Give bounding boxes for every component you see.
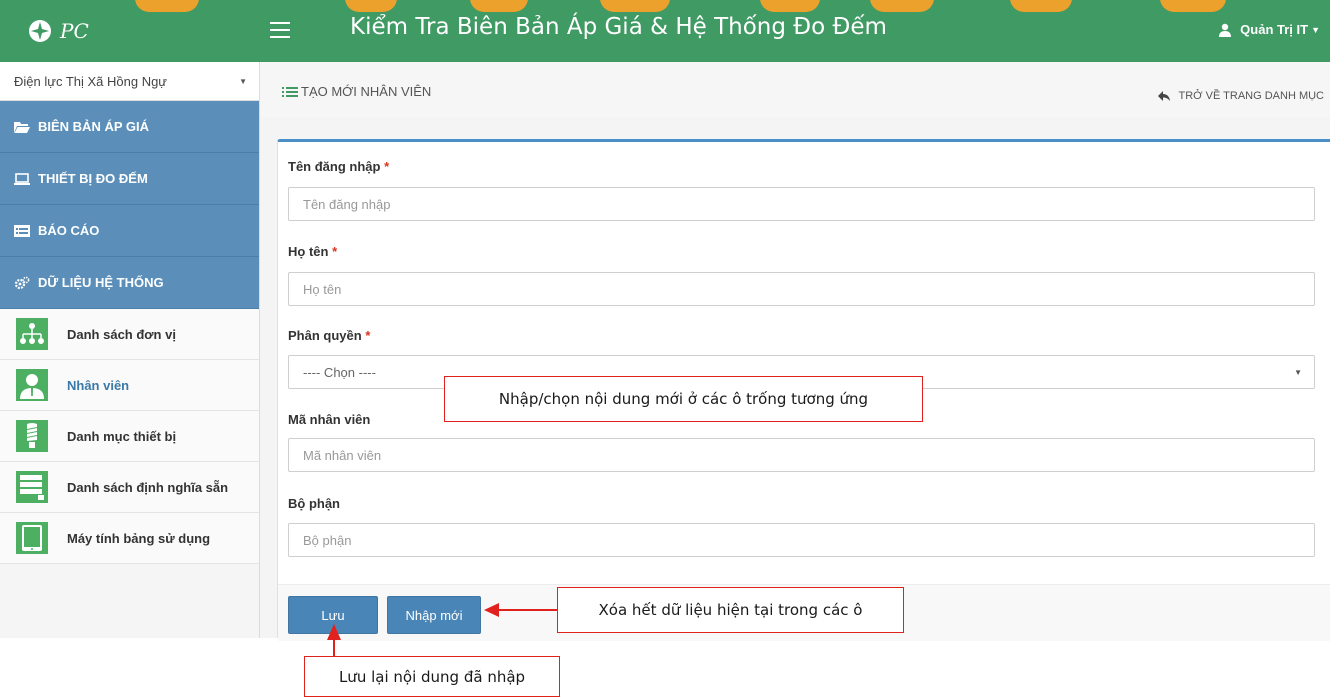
- fullname-input[interactable]: [288, 272, 1315, 306]
- list-alt-icon: [14, 224, 30, 237]
- callout-save-content: Lưu lại nội dung đã nhập: [304, 656, 560, 697]
- caret-down-icon: ▼: [1311, 24, 1320, 35]
- list-icon: [282, 86, 298, 97]
- submenu-label: Danh sách định nghĩa sẵn: [67, 479, 229, 495]
- back-to-list-link[interactable]: TRỞ VỀ TRANG DANH MỤC: [1158, 90, 1324, 102]
- top-navbar: PC Kiểm Tra Biên Bản Áp Giá & Hệ Thống Đ…: [0, 0, 1330, 62]
- org-chart-icon: [16, 318, 48, 350]
- evn-logo-icon: [29, 20, 51, 42]
- menu-thiet-bi-do-dem[interactable]: THIẾT BỊ ĐO ĐẾM: [0, 153, 259, 205]
- submenu-label: Danh mục thiết bị: [67, 428, 177, 444]
- page-title: TẠO MỚI NHÂN VIÊN: [282, 84, 431, 99]
- department-label: Bộ phận: [288, 496, 340, 511]
- submenu-label: Máy tính bảng sử dụng: [67, 530, 211, 546]
- save-button[interactable]: Lưu: [288, 596, 378, 634]
- reset-button[interactable]: Nhập mới: [387, 596, 481, 634]
- employee-code-label: Mã nhân viên: [288, 412, 371, 427]
- submenu-danh-sach-dinh-nghia-san[interactable]: Danh sách định nghĩa sẵn: [0, 462, 259, 513]
- user-icon: [1219, 23, 1232, 37]
- user-name: Quản Trị IT: [1240, 22, 1309, 37]
- document-list-icon: [16, 471, 48, 503]
- fullname-label: Họ tên *: [288, 244, 338, 259]
- role-select-value: ---- Chọn ----: [303, 364, 376, 380]
- screenshot-frame: PC Kiểm Tra Biên Bản Áp Giá & Hệ Thống Đ…: [0, 0, 1330, 697]
- app-title: Kiểm Tra Biên Bản Áp Giá & Hệ Thống Đo Đ…: [350, 14, 887, 40]
- required-mark: *: [332, 244, 338, 259]
- bulb-icon: [16, 420, 48, 452]
- reply-arrow-icon: [1158, 91, 1171, 101]
- submenu-danh-sach-don-vi[interactable]: Danh sách đơn vị: [0, 309, 259, 360]
- menu-du-lieu-he-thong[interactable]: DỮ LIỆU HỆ THỐNG: [0, 257, 259, 309]
- chevron-down-icon: ▼: [239, 76, 247, 86]
- brand[interactable]: PC: [0, 0, 260, 62]
- back-link-text: TRỞ VỀ TRANG DANH MỤC: [1178, 90, 1324, 102]
- submenu-may-tinh-bang-su-dung[interactable]: Máy tính bảng sử dụng: [0, 513, 259, 564]
- user-menu[interactable]: Quản Trị IT ▼: [1218, 22, 1320, 37]
- callout-fill-fields: Nhập/chọn nội dung mới ở các ô trống tươ…: [444, 376, 923, 422]
- menu-label: BÁO CÁO: [38, 223, 100, 238]
- menu-bien-ban-ap-gia[interactable]: BIÊN BẢN ÁP GIÁ: [0, 101, 259, 153]
- required-mark: *: [384, 159, 390, 174]
- submenu-label: Nhân viên: [67, 377, 130, 393]
- menu-bao-cao[interactable]: BÁO CÁO: [0, 205, 259, 257]
- callout-clear-fields: Xóa hết dữ liệu hiện tại trong các ô: [557, 587, 904, 633]
- menu-label: BIÊN BẢN ÁP GIÁ: [38, 119, 149, 134]
- unit-select-value: Điện lực Thị Xã Hồng Ngự: [14, 73, 168, 89]
- laptop-icon: [14, 172, 30, 185]
- main-content: TẠO MỚI NHÂN VIÊN TRỞ VỀ TRANG DANH MỤC …: [260, 62, 1330, 641]
- page-title-text: TẠO MỚI NHÂN VIÊN: [301, 84, 432, 99]
- username-label: Tên đăng nhập *: [288, 159, 390, 174]
- tablet-icon: [16, 522, 48, 554]
- hamburger-menu-icon[interactable]: [270, 22, 290, 40]
- submenu-danh-muc-thiet-bi[interactable]: Danh mục thiết bị: [0, 411, 259, 462]
- page-header: TẠO MỚI NHÂN VIÊN TRỞ VỀ TRANG DANH MỤC: [260, 62, 1330, 117]
- cogs-icon: [14, 276, 30, 289]
- folder-open-icon: [14, 121, 30, 133]
- submenu-label: Danh sách đơn vị: [67, 326, 176, 342]
- menu-label: DỮ LIỆU HỆ THỐNG: [38, 275, 164, 290]
- submenu-nhan-vien[interactable]: Nhân viên: [0, 360, 259, 411]
- employee-code-input[interactable]: [288, 438, 1315, 472]
- role-label: Phân quyền *: [288, 328, 371, 343]
- brand-text: PC: [60, 19, 89, 43]
- unit-select[interactable]: Điện lực Thị Xã Hồng Ngự ▼: [0, 62, 259, 101]
- user-icon: [16, 369, 48, 401]
- menu-label: THIẾT BỊ ĐO ĐẾM: [38, 171, 148, 186]
- chevron-down-icon: ▼: [1294, 367, 1302, 377]
- department-input[interactable]: [288, 523, 1315, 557]
- sidebar: Điện lực Thị Xã Hồng Ngự ▼ BIÊN BẢN ÁP G…: [0, 62, 260, 638]
- username-input[interactable]: [288, 187, 1315, 221]
- required-mark: *: [365, 328, 371, 343]
